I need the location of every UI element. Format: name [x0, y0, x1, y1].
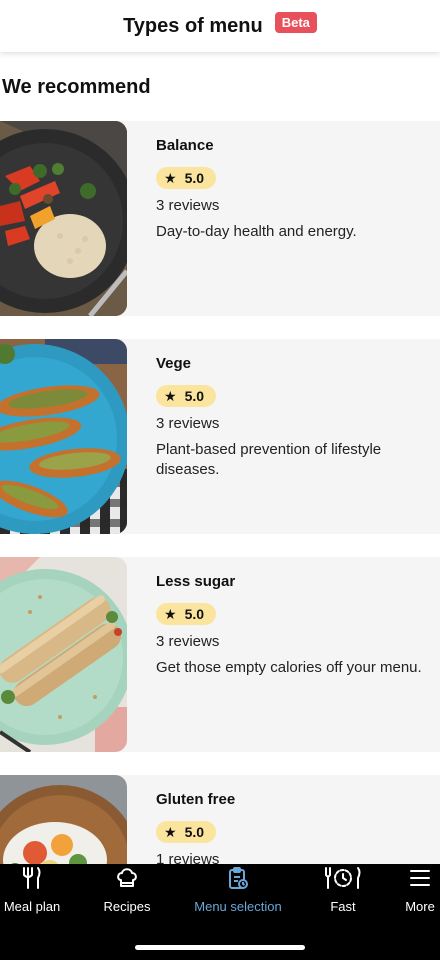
menu-card-title: Less sugar [156, 573, 236, 590]
star-icon: ★ [164, 823, 177, 840]
reviews-count: 3 reviews [156, 415, 220, 432]
vege-dish-image [0, 339, 127, 534]
fork-knife-icon [21, 866, 43, 899]
bottom-tab-bar: Meal plan Recipes Menu selection Fast Mo… [0, 864, 440, 960]
menu-description: Day-to-day health and energy. [156, 223, 357, 240]
tab-label: Meal plan [3, 899, 61, 914]
menu-list: Balance ★ 5.0 3 reviews Day-to-day healt… [0, 121, 440, 960]
tab-label: Fast [330, 899, 356, 914]
tab-more[interactable]: More [400, 864, 440, 922]
reviews-count: 3 reviews [156, 633, 220, 650]
star-icon: ★ [164, 605, 177, 622]
menu-card-title: Gluten free [156, 791, 236, 808]
top-header: Types of menu Beta [0, 0, 440, 52]
reviews-count: 3 reviews [156, 197, 220, 214]
balance-dish-image [0, 121, 127, 316]
rating-value: 5.0 [184, 388, 205, 404]
star-icon: ★ [164, 169, 177, 186]
menu-card-less-sugar[interactable]: Less sugar ★ 5.0 3 reviews Get those emp… [0, 557, 440, 752]
fasting-clock-icon [323, 866, 363, 899]
page-title: Types of menu [123, 14, 263, 37]
menu-card-title: Balance [156, 137, 214, 154]
tab-recipes[interactable]: Recipes [96, 864, 158, 922]
tab-label: Recipes [103, 899, 151, 914]
menu-card-title: Vege [156, 355, 192, 372]
tab-menu-selection[interactable]: Menu selection [190, 864, 286, 922]
rating-badge: ★ 5.0 [156, 603, 217, 625]
menu-description: Get those empty calories off your menu. [156, 659, 422, 676]
tab-fast[interactable]: Fast [320, 864, 366, 922]
home-indicator [135, 945, 305, 950]
star-icon: ★ [164, 387, 177, 404]
tab-label: Menu selection [194, 899, 282, 914]
rating-badge: ★ 5.0 [156, 167, 217, 189]
rating-value: 5.0 [184, 824, 205, 840]
menu-card-balance[interactable]: Balance ★ 5.0 3 reviews Day-to-day healt… [0, 121, 440, 316]
rating-badge: ★ 5.0 [156, 385, 217, 407]
menu-description: Plant-based prevention of lifestyle dise… [156, 441, 382, 478]
tab-label: More [405, 899, 435, 914]
less-sugar-dish-image [0, 557, 127, 752]
section-title: We recommend [2, 76, 151, 98]
chef-hat-icon [115, 866, 139, 899]
beta-badge: Beta [274, 11, 317, 33]
menu-card-vege[interactable]: Vege ★ 5.0 3 reviews Plant-based prevent… [0, 339, 440, 534]
rating-badge: ★ 5.0 [156, 821, 217, 843]
menu-clipboard-icon [227, 866, 249, 899]
hamburger-menu-icon [409, 866, 431, 899]
tab-meal-plan[interactable]: Meal plan [0, 864, 64, 922]
rating-value: 5.0 [184, 170, 205, 186]
rating-value: 5.0 [184, 606, 205, 622]
